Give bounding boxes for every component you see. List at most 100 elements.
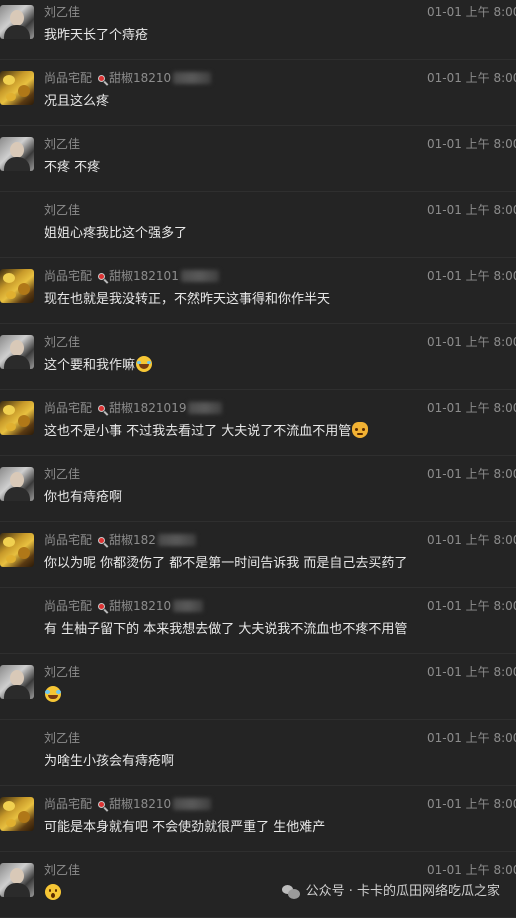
wechat-id: 甜椒182 xyxy=(98,532,196,548)
chat-message[interactable]: 刘乙佳 01-01 上午 8:00 我昨天长了个痔疮 xyxy=(0,0,516,60)
message-text[interactable]: 这也不是小事 不过我去看过了 大夫说了不流血不用管 xyxy=(44,422,369,442)
message-text[interactable] xyxy=(44,884,61,904)
message-text-content: 你以为呢 你都烫伤了 都不是第一时间告诉我 而是自己去买药了 xyxy=(44,556,408,571)
message-text[interactable] xyxy=(44,686,61,706)
sender-name: 刘乙佳 xyxy=(44,203,81,217)
redacted-id xyxy=(180,270,219,282)
message-text[interactable]: 为啥生小孩会有痔疮啊 xyxy=(44,752,174,772)
timestamp: 01-01 上午 8:00 xyxy=(427,5,516,19)
avatar[interactable] xyxy=(0,863,34,897)
message-text-content: 我昨天长了个痔疮 xyxy=(44,28,149,43)
sender-line: 尚品宅配 甜椒1821019 xyxy=(44,400,223,416)
chat-message[interactable]: 刘乙佳 01-01 上午 8:00 为啥生小孩会有痔疮啊 xyxy=(0,720,516,786)
timestamp: 01-01 上午 8:00 xyxy=(427,863,516,877)
message-text-content: 姐姐心疼我比这个强多了 xyxy=(44,226,188,241)
search-icon xyxy=(98,404,106,412)
sender-line: 刘乙佳 xyxy=(44,4,80,20)
wow-emoji-icon xyxy=(45,884,61,900)
timestamp: 01-01 上午 8:00 xyxy=(427,467,516,481)
redacted-id xyxy=(188,402,223,414)
cat-emoji-icon xyxy=(352,422,369,438)
search-icon xyxy=(98,74,106,82)
sender-line: 刘乙佳 xyxy=(44,664,80,680)
avatar[interactable] xyxy=(0,533,34,567)
avatar[interactable] xyxy=(0,665,34,699)
avatar[interactable] xyxy=(0,797,34,831)
chat-message[interactable]: 刘乙佳 01-01 上午 8:00 不疼 不疼 xyxy=(0,126,516,192)
message-text[interactable]: 你以为呢 你都烫伤了 都不是第一时间告诉我 而是自己去买药了 xyxy=(44,554,407,574)
chat-message[interactable]: 刘乙佳 01-01 上午 8:00 你也有痔疮啊 xyxy=(0,456,516,522)
avatar[interactable] xyxy=(0,467,34,501)
sender-name: 尚品宅配 xyxy=(44,269,93,283)
avatar[interactable] xyxy=(0,335,34,369)
chat-message[interactable]: 刘乙佳 01-01 上午 8:00 姐姐心疼我比这个强多了 xyxy=(0,192,516,258)
message-text-content: 有 生柚子留下的 本来我想去做了 大夫说我不流血也不疼不用管 xyxy=(44,622,408,637)
timestamp: 01-01 上午 8:00 xyxy=(427,533,516,547)
timestamp: 01-01 上午 8:00 xyxy=(427,335,516,349)
message-text[interactable]: 况且这么疼 xyxy=(44,92,109,112)
chat-message[interactable]: 刘乙佳 01-01 上午 8:00 xyxy=(0,654,516,720)
redacted-id xyxy=(173,600,204,612)
message-text-content: 为啥生小孩会有痔疮啊 xyxy=(44,754,175,769)
sender-line: 刘乙佳 xyxy=(44,730,80,746)
message-text[interactable]: 现在也就是我没转正，不然昨天这事得和你作半天 xyxy=(44,290,330,310)
redacted-id xyxy=(173,798,212,810)
wechat-id: 甜椒18210 xyxy=(98,796,212,812)
avatar[interactable] xyxy=(0,269,34,303)
search-icon xyxy=(98,602,106,610)
search-icon xyxy=(98,800,106,808)
wechat-id-text: 甜椒182 xyxy=(109,533,156,547)
message-text[interactable]: 有 生柚子留下的 本来我想去做了 大夫说我不流血也不疼不用管 xyxy=(44,620,407,640)
wechat-id-text: 甜椒18210 xyxy=(109,797,172,811)
sender-line: 刘乙佳 xyxy=(44,466,80,482)
timestamp: 01-01 上午 8:00 xyxy=(427,401,516,415)
message-text[interactable]: 不疼 不疼 xyxy=(44,158,100,178)
watermark-text: 公众号 · 卡卡的瓜田网络吃瓜之家 xyxy=(305,884,500,899)
wechat-id-text: 甜椒18210 xyxy=(109,599,172,613)
sender-line: 刘乙佳 xyxy=(44,202,80,218)
chat-message[interactable]: 尚品宅配 甜椒18210 01-01 上午 8:00 可能是本身就有吧 不会使劲就很严… xyxy=(0,786,516,852)
chat-message[interactable]: 尚品宅配 甜椒1821019 01-01 上午 8:00 这也不是小事 不过我去看过了… xyxy=(0,390,516,456)
sender-line: 尚品宅配 甜椒182101 xyxy=(44,268,219,284)
message-text-content: 现在也就是我没转正，不然昨天这事得和你作半天 xyxy=(44,292,331,307)
sender-name: 刘乙佳 xyxy=(44,863,81,877)
message-text-content: 这个要和我作嘛 xyxy=(44,358,136,373)
chat-message-list[interactable]: 刘乙佳 01-01 上午 8:00 我昨天长了个痔疮 尚品宅配 甜椒18210 01-01… xyxy=(0,0,516,918)
timestamp: 01-01 上午 8:00 xyxy=(427,797,516,811)
avatar[interactable] xyxy=(0,5,34,39)
message-text[interactable]: 可能是本身就有吧 不会使劲就很严重了 生他难产 xyxy=(44,818,325,838)
avatar[interactable] xyxy=(0,401,34,435)
message-text[interactable]: 姐姐心疼我比这个强多了 xyxy=(44,224,187,244)
sender-name: 尚品宅配 xyxy=(44,797,93,811)
sender-line: 尚品宅配 甜椒18210 xyxy=(44,598,204,614)
message-text-content: 况且这么疼 xyxy=(44,94,110,109)
chat-message[interactable]: 尚品宅配 甜椒18210 01-01 上午 8:00 有 生柚子留下的 本来我想去做了… xyxy=(0,588,516,654)
timestamp: 01-01 上午 8:00 xyxy=(427,137,516,151)
timestamp: 01-01 上午 8:00 xyxy=(427,71,516,85)
sender-line: 尚品宅配 甜椒182 xyxy=(44,532,196,548)
chat-message[interactable]: 尚品宅配 甜椒182 01-01 上午 8:00 你以为呢 你都烫伤了 都不是第一时间… xyxy=(0,522,516,588)
sender-name: 刘乙佳 xyxy=(44,335,81,349)
redacted-id xyxy=(157,534,196,546)
timestamp: 01-01 上午 8:00 xyxy=(427,203,516,217)
sender-line: 刘乙佳 xyxy=(44,862,80,878)
timestamp: 01-01 上午 8:00 xyxy=(427,665,516,679)
sender-line: 尚品宅配 甜椒18210 xyxy=(44,70,212,86)
watermark: 公众号 · 卡卡的瓜田网络吃瓜之家 xyxy=(281,882,500,902)
avatar[interactable] xyxy=(0,71,34,105)
chat-message[interactable]: 尚品宅配 甜椒18210 01-01 上午 8:00 况且这么疼 xyxy=(0,60,516,126)
message-text-content: 这也不是小事 不过我去看过了 大夫说了不流血不用管 xyxy=(44,424,352,439)
timestamp: 01-01 上午 8:00 xyxy=(427,269,516,283)
sender-name: 尚品宅配 xyxy=(44,401,93,415)
sender-name: 刘乙佳 xyxy=(44,137,81,151)
sender-line: 刘乙佳 xyxy=(44,334,80,350)
message-text[interactable]: 我昨天长了个痔疮 xyxy=(44,26,148,46)
message-text[interactable]: 你也有痔疮啊 xyxy=(44,488,122,508)
chat-message[interactable]: 刘乙佳 01-01 上午 8:00 这个要和我作嘛 xyxy=(0,324,516,390)
sender-name: 刘乙佳 xyxy=(44,731,81,745)
message-text-content: 可能是本身就有吧 不会使劲就很严重了 生他难产 xyxy=(44,820,326,835)
avatar[interactable] xyxy=(0,137,34,171)
message-text[interactable]: 这个要和我作嘛 xyxy=(44,356,153,376)
sender-name: 尚品宅配 xyxy=(44,599,93,613)
chat-message[interactable]: 尚品宅配 甜椒182101 01-01 上午 8:00 现在也就是我没转正，不然昨天这… xyxy=(0,258,516,324)
